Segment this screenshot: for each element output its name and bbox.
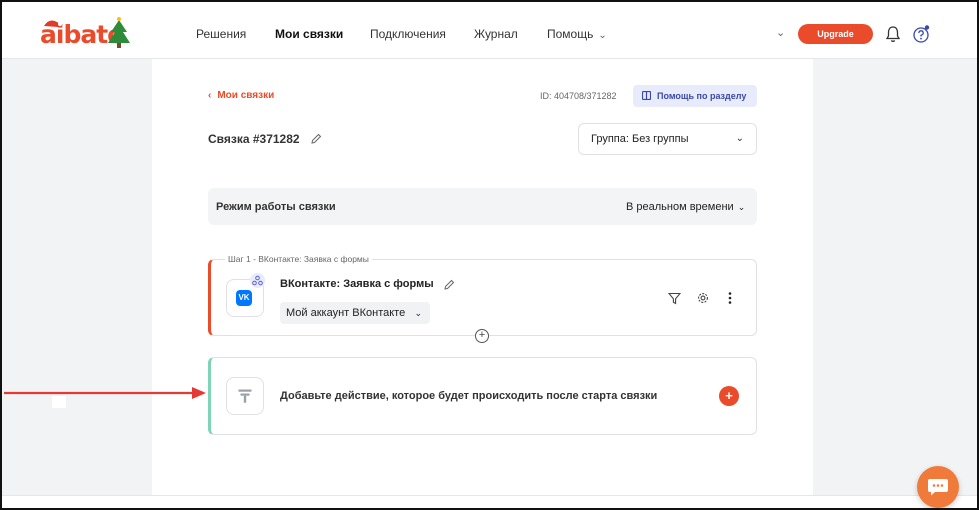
account-select[interactable]: Мой аккаунт ВКонтакте ⌄ xyxy=(280,302,430,324)
aibato-logo[interactable]: aibato xyxy=(40,16,134,50)
nav-help-label: Помощь xyxy=(547,27,594,41)
group-select[interactable]: Группа: Без группы ⌄ xyxy=(578,123,757,155)
edit-title-pencil-icon[interactable] xyxy=(310,133,322,145)
chevron-down-icon[interactable]: ⌄ xyxy=(776,26,785,39)
nav-help[interactable]: Помощь ⌄ xyxy=(547,27,607,41)
add-action-text: Добавьте действие, которое будет происхо… xyxy=(280,390,658,402)
section-help-button[interactable]: Помощь по разделу xyxy=(633,85,757,107)
connection-id: ID: 404708/371282 xyxy=(540,91,617,101)
gear-icon[interactable] xyxy=(696,291,710,305)
section-help-label: Помощь по разделу xyxy=(657,91,747,101)
action-placeholder-icon xyxy=(238,389,252,403)
annotation-marker xyxy=(52,396,66,408)
trigger-webhook-icon xyxy=(250,273,265,288)
nav-journal[interactable]: Журнал xyxy=(474,27,518,41)
add-action-button[interactable]: + xyxy=(719,386,739,406)
mode-select[interactable]: В реальном времени ⌄ xyxy=(626,201,745,213)
mode-label: Режим работы связки xyxy=(216,201,336,213)
more-vertical-icon[interactable] xyxy=(726,291,734,305)
vk-logo-icon: VK xyxy=(236,290,252,306)
back-link[interactable]: ‹ Мои связки xyxy=(208,90,274,101)
nav-solutions[interactable]: Решения xyxy=(196,27,246,41)
step-legend: Шаг 1 - ВКонтакте: Заявка с формы xyxy=(225,254,372,264)
connection-mode-row: Режим работы связки В реальном времени ⌄ xyxy=(208,188,757,225)
chevron-down-icon: ⌄ xyxy=(598,30,607,41)
add-step-plus-icon[interactable]: + xyxy=(475,329,489,343)
bell-icon[interactable] xyxy=(884,24,902,44)
chevron-left-icon: ‹ xyxy=(208,90,212,101)
edit-step-pencil-icon[interactable] xyxy=(443,279,455,291)
back-link-label: Мои связки xyxy=(217,90,275,101)
chevron-down-icon: ⌄ xyxy=(735,133,744,144)
upgrade-button[interactable]: Upgrade xyxy=(798,24,873,44)
top-header: aibato Решения Мои связки Подключения Жу… xyxy=(2,2,977,59)
account-select-value: Мой аккаунт ВКонтакте xyxy=(286,307,406,319)
annotation-arrow xyxy=(4,387,206,399)
connection-title: Связка #371282 xyxy=(208,132,300,146)
step-title: ВКонтакте: Заявка с формы xyxy=(280,278,434,290)
footer-strip xyxy=(2,495,977,508)
help-circle-icon[interactable] xyxy=(911,24,931,44)
filter-icon[interactable] xyxy=(668,292,681,305)
chevron-down-icon: ⌄ xyxy=(414,308,422,318)
mode-select-value: В реальном времени xyxy=(626,201,734,213)
book-icon xyxy=(642,91,651,100)
chat-button[interactable] xyxy=(917,466,959,508)
chat-bubble-icon xyxy=(928,479,948,496)
nav-my-connections[interactable]: Мои связки xyxy=(275,27,343,41)
group-select-value: Группа: Без группы xyxy=(591,133,689,145)
nav-connections[interactable]: Подключения xyxy=(370,27,446,41)
chevron-down-icon: ⌄ xyxy=(737,202,746,212)
